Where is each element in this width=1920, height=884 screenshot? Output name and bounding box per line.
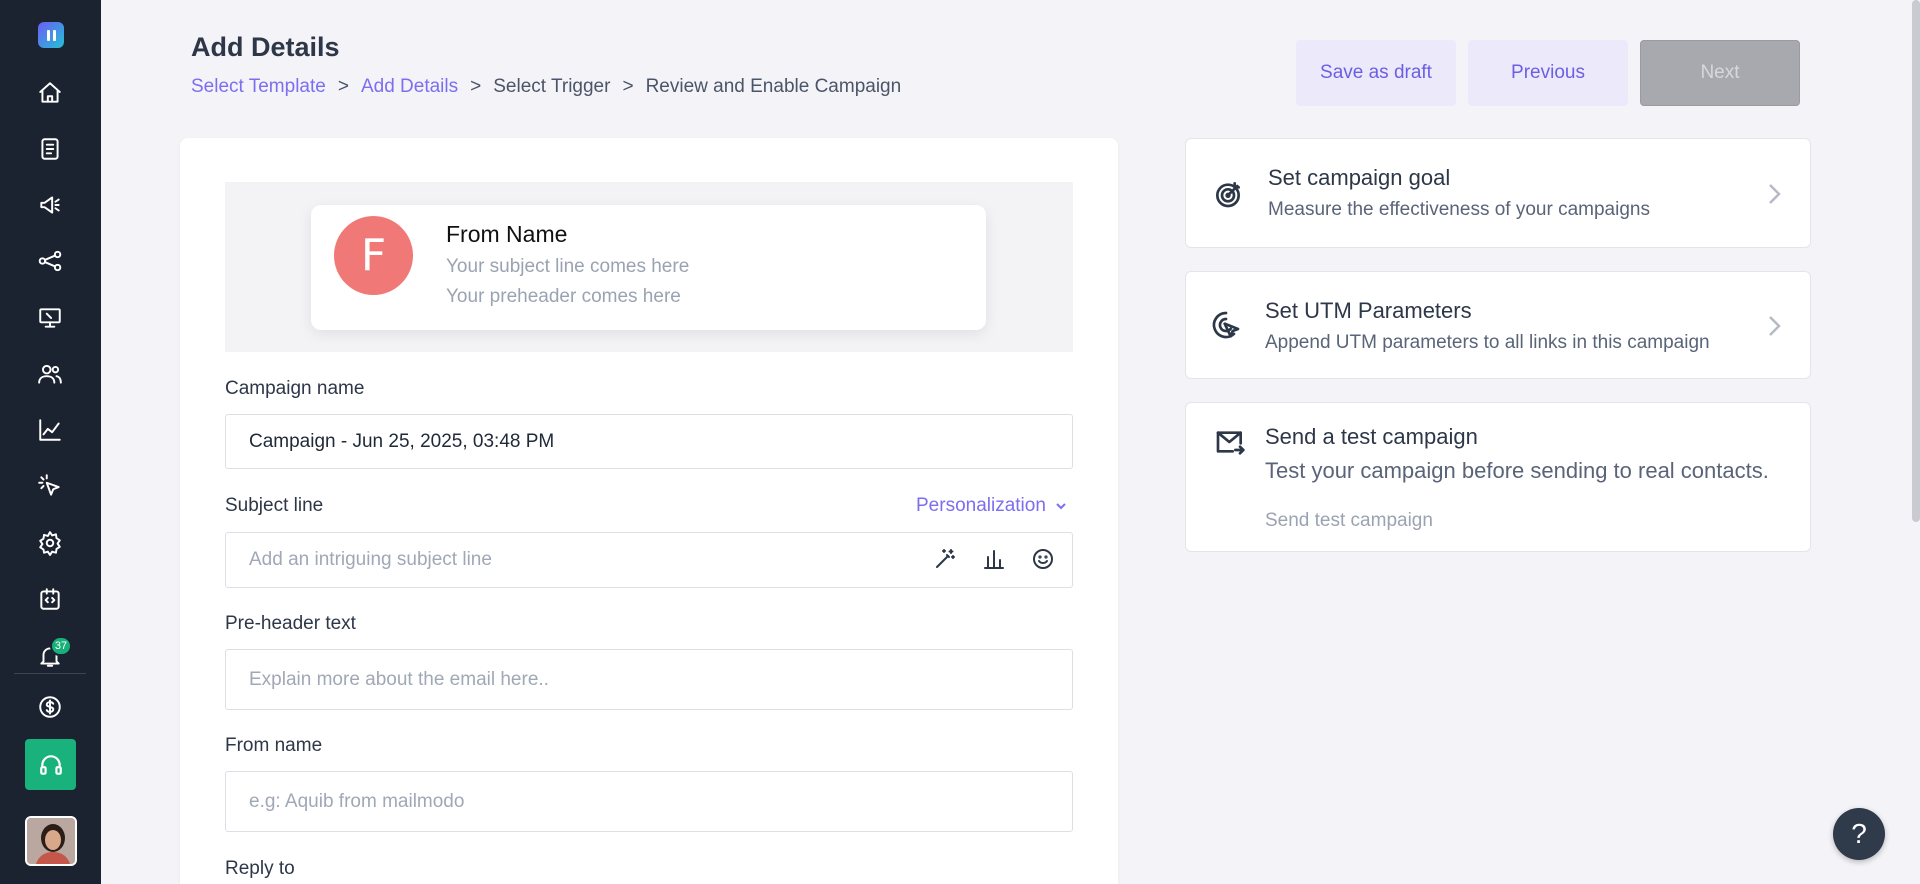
breadcrumb-select-template[interactable]: Select Template <box>191 76 326 98</box>
breadcrumb-review-enable: Review and Enable Campaign <box>645 76 902 97</box>
sidebar-divider <box>14 673 86 674</box>
magic-wand-icon[interactable] <box>931 545 959 573</box>
preview-from-name: From Name <box>446 221 568 247</box>
personalization-label: Personalization <box>916 495 1046 516</box>
dollar-icon[interactable] <box>30 687 70 727</box>
next-button[interactable]: Next <box>1640 40 1800 106</box>
chevron-right-icon <box>1764 313 1784 339</box>
previous-button[interactable]: Previous <box>1468 40 1628 106</box>
gear-icon[interactable] <box>30 523 70 563</box>
cursor-click-icon[interactable] <box>30 466 70 506</box>
document-icon[interactable] <box>30 129 70 169</box>
campaign-goal-title: Set campaign goal <box>1268 165 1451 190</box>
cursor-target-icon <box>1208 307 1244 343</box>
share-icon[interactable] <box>30 241 70 281</box>
target-icon <box>1210 176 1246 212</box>
preheader-input[interactable]: Explain more about the email here.. <box>225 649 1073 710</box>
sender-avatar: F <box>334 216 413 295</box>
help-button[interactable]: ? <box>1833 808 1885 860</box>
campaign-goal-desc: Measure the effectiveness of your campai… <box>1268 199 1650 220</box>
breadcrumb-separator: > <box>337 76 349 97</box>
breadcrumb-select-trigger: Select Trigger <box>493 76 611 97</box>
screen-icon[interactable] <box>30 298 70 338</box>
chevron-down-icon <box>1056 503 1066 510</box>
code-icon[interactable] <box>30 579 70 619</box>
test-campaign-title: Send a test campaign <box>1265 424 1478 449</box>
app-logo[interactable] <box>38 22 64 48</box>
headset-icon <box>39 754 62 775</box>
preheader-label: Pre-header text <box>225 613 356 634</box>
campaign-goal-panel[interactable] <box>1185 138 1811 248</box>
save-draft-button[interactable]: Save as draft <box>1296 40 1456 106</box>
notification-badge: 37 <box>50 636 72 656</box>
support-button[interactable] <box>25 739 76 790</box>
from-name-input[interactable]: e.g: Aquib from mailmodo <box>225 771 1073 832</box>
sidebar: 37 <box>0 0 101 884</box>
preview-preheader: Your preheader comes here <box>446 286 681 307</box>
chevron-right-icon <box>1764 181 1784 207</box>
home-icon[interactable] <box>30 73 70 113</box>
megaphone-icon[interactable] <box>30 185 70 225</box>
preview-subject: Your subject line comes here <box>446 256 690 277</box>
chart-line-icon[interactable] <box>30 410 70 450</box>
personalization-dropdown[interactable]: Personalization <box>916 495 1068 517</box>
mail-send-icon <box>1212 424 1248 460</box>
campaign-name-label: Campaign name <box>225 378 365 399</box>
users-icon[interactable] <box>30 354 70 394</box>
test-campaign-desc: Test your campaign before sending to rea… <box>1265 458 1769 483</box>
page-title: Add Details <box>191 32 340 62</box>
utm-desc: Append UTM parameters to all links in th… <box>1265 332 1710 353</box>
user-avatar[interactable] <box>25 816 77 866</box>
scrollbar[interactable] <box>1912 0 1920 522</box>
breadcrumb: Select Template > Add Details > Select T… <box>191 76 901 98</box>
bar-chart-icon[interactable] <box>980 545 1008 573</box>
reply-to-label: Reply to <box>225 858 295 879</box>
breadcrumb-separator: > <box>622 76 634 97</box>
subject-line-label: Subject line <box>225 495 324 516</box>
campaign-name-input[interactable]: Campaign - Jun 25, 2025, 03:48 PM <box>225 414 1073 469</box>
utm-title: Set UTM Parameters <box>1265 298 1472 323</box>
send-test-campaign-link[interactable]: Send test campaign <box>1265 510 1433 532</box>
breadcrumb-add-details[interactable]: Add Details <box>361 76 458 98</box>
from-name-label: From name <box>225 735 323 756</box>
breadcrumb-separator: > <box>470 76 482 97</box>
emoji-icon[interactable] <box>1029 545 1057 573</box>
utm-parameters-panel[interactable] <box>1185 271 1811 379</box>
